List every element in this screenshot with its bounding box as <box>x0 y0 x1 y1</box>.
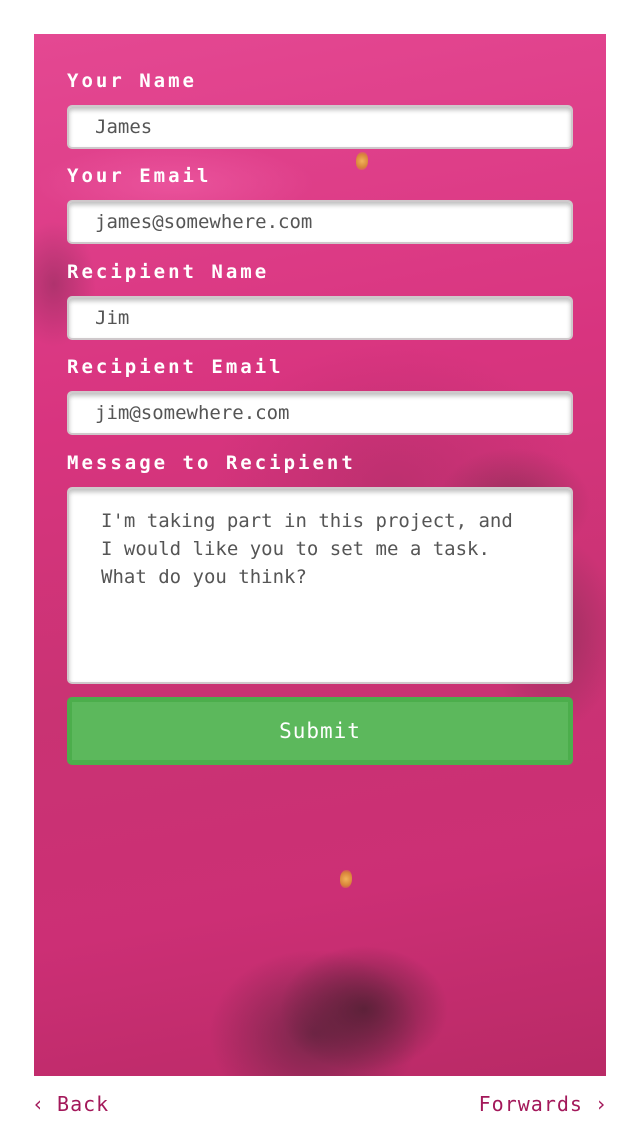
forwards-link[interactable]: Forwards › <box>479 1092 608 1116</box>
back-label: Back <box>57 1092 110 1116</box>
your-email-field[interactable] <box>67 200 573 244</box>
your-email-label: Your Email <box>67 165 212 187</box>
chevron-left-icon: ‹ <box>32 1092 46 1116</box>
petal-speck <box>340 870 352 888</box>
back-link[interactable]: ‹ Back <box>32 1092 109 1116</box>
page: Your Name Your Email Recipient Name Reci… <box>0 0 640 1136</box>
petal-speck <box>356 152 368 170</box>
recipient-email-label: Recipient Email <box>67 356 284 378</box>
recipient-name-field[interactable] <box>67 296 573 340</box>
recipient-name-label: Recipient Name <box>67 261 270 283</box>
submit-button[interactable]: Submit <box>67 697 573 765</box>
your-name-field[interactable] <box>67 105 573 149</box>
message-label: Message to Recipient <box>67 452 356 474</box>
recipient-email-field[interactable] <box>67 391 573 435</box>
message-textarea[interactable]: I'm taking part in this project, and I w… <box>67 487 573 684</box>
your-name-label: Your Name <box>67 70 197 92</box>
chevron-right-icon: › <box>594 1092 608 1116</box>
forwards-label: Forwards <box>478 1092 583 1116</box>
